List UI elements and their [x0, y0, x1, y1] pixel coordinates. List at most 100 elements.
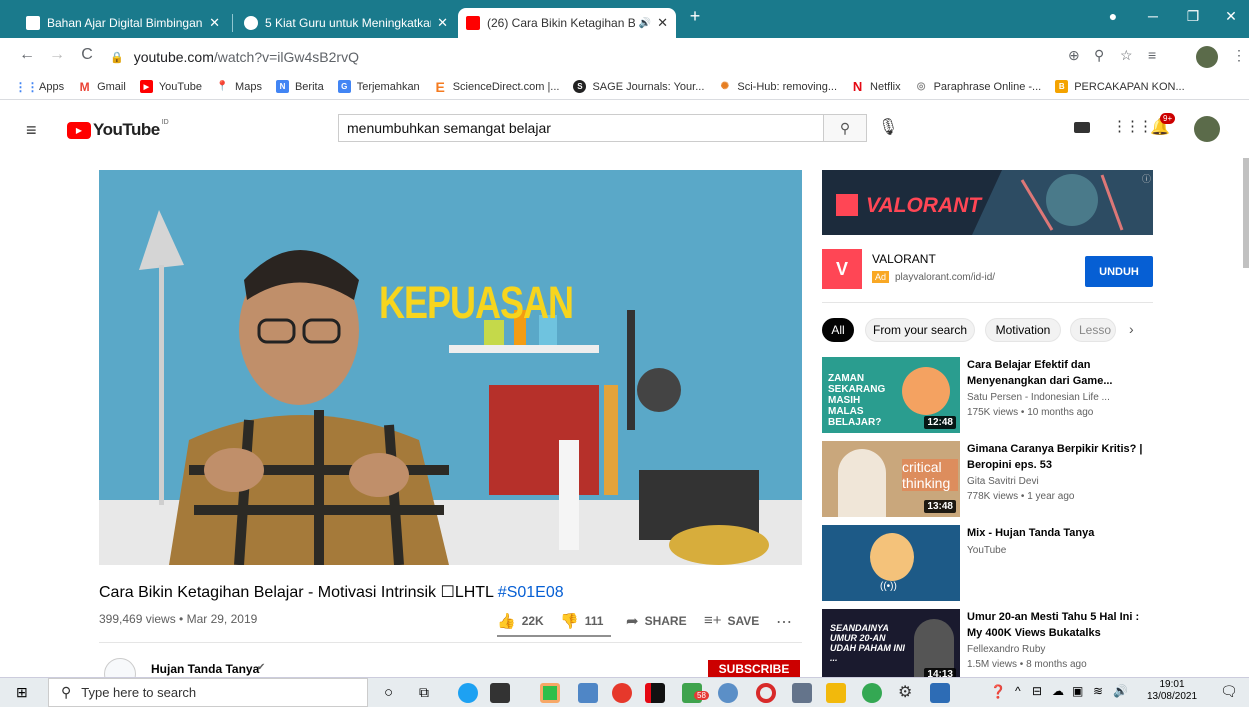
tray-onedrive-icon[interactable]: ☁ [1052, 684, 1064, 698]
ad-download-button[interactable]: UNDUH [1085, 256, 1153, 287]
taskbar-search-box[interactable]: ⚲ Type here to search [48, 678, 368, 707]
chip-from-your-search[interactable]: From your search [865, 318, 975, 342]
recommendation-item[interactable]: critical thinking 13:48 Gimana Caranya B… [822, 441, 1162, 517]
tab-title: 5 Kiat Guru untuk Meningkatkan [265, 16, 432, 30]
photos-icon[interactable] [578, 683, 598, 703]
bookmark-paraphrase[interactable]: ◎ Paraphrase Online -... [915, 80, 1042, 93]
subscribe-button[interactable]: SUBSCRIBE [708, 660, 800, 678]
camera-icon[interactable] [792, 683, 812, 703]
divider [822, 302, 1153, 303]
file-explorer-icon[interactable] [826, 683, 846, 703]
page-scrollbar[interactable] [1243, 158, 1249, 268]
bookmark-youtube[interactable]: ▶ YouTube [139, 80, 202, 93]
new-tab-icon[interactable]: + [680, 6, 710, 27]
youtube-logo[interactable]: ▶ YouTube ID [67, 119, 169, 140]
address-bar[interactable]: 🔒 youtube.com/watch?v=ilGw4sB2rvQ [110, 44, 1140, 70]
bookmark-percakapan[interactable]: B PERCAKAPAN KON... [1055, 80, 1185, 93]
ad-title[interactable]: VALORANT [872, 252, 936, 266]
ad-info-icon[interactable]: ⓘ [1142, 172, 1151, 185]
chrome-icon[interactable] [612, 683, 632, 703]
media-icon[interactable] [718, 683, 738, 703]
tray-help-icon[interactable]: ❓ [990, 684, 1006, 700]
search-input[interactable]: menumbuhkan semangat belajar [338, 114, 824, 142]
bookmark-scihub[interactable]: ✺ Sci-Hub: removing... [718, 80, 837, 93]
edge-icon[interactable] [458, 683, 478, 703]
profile-dropdown-icon[interactable]: ● [1098, 8, 1128, 24]
app-badge: 58 [694, 691, 709, 700]
share-button[interactable]: ➦ SHARE [626, 612, 687, 630]
hamburger-menu-icon[interactable]: ≡ [26, 120, 37, 141]
apps-grid-icon[interactable]: ⋮⋮⋮ [1112, 117, 1153, 135]
store-icon[interactable] [490, 683, 510, 703]
chip-lessons[interactable]: Lesso [1070, 318, 1116, 342]
minimize-icon[interactable]: ─ [1138, 8, 1168, 24]
bookmark-gmail[interactable]: M Gmail [78, 80, 126, 94]
like-button[interactable]: 👍 22K [497, 612, 544, 630]
reload-icon[interactable]: C [76, 46, 98, 64]
tab-youtube-active[interactable]: (26) Cara Bikin Ketagihan Be 🔊 ✕ [458, 8, 676, 38]
bookmark-sciencedirect[interactable]: E ScienceDirect.com |... [434, 79, 560, 95]
paraphrase-icon: ◎ [916, 81, 926, 92]
restore-icon[interactable]: ❐ [1178, 8, 1208, 25]
bookmark-maps[interactable]: 📍 Maps [216, 80, 262, 93]
task-view-icon[interactable]: ⧉ [419, 684, 429, 701]
more-actions-icon[interactable]: ⋯ [776, 612, 792, 632]
chips-next-icon[interactable]: › [1129, 321, 1134, 337]
tray-wifi-icon[interactable]: ≋ [1093, 684, 1103, 698]
bookmark-terjemahkan[interactable]: G Terjemahkan [337, 80, 420, 93]
create-video-icon[interactable] [1074, 122, 1090, 133]
voice-search-icon[interactable]: 🎙 [878, 117, 898, 137]
recommendation-item[interactable]: ZAMAN SEKARANG MASIH MALAS BELAJAR? 12:4… [822, 357, 1162, 433]
bookmark-berita[interactable]: N Berita [275, 80, 324, 93]
tab-bahan-ajar[interactable]: Bahan Ajar Digital Bimbingan da ✕ [18, 8, 228, 38]
bookmarks-bar: ⋮⋮ Apps M Gmail ▶ YouTube 📍 Maps N Berita G Te… [0, 74, 1249, 100]
chip-motivation[interactable]: Motivation [985, 318, 1061, 342]
recommendation-channel: Gita Savitri Devi [967, 476, 1039, 487]
notification-center-icon[interactable]: 🗨 [1220, 683, 1238, 700]
tray-battery-icon[interactable]: ⊟ [1032, 684, 1042, 698]
cortana-icon[interactable]: ○ [384, 684, 393, 701]
lock-icon: 🔒 [110, 51, 124, 64]
recommendation-item[interactable]: SEANDAINYA UMUR 20-AN UDAH PAHAM INI ...… [822, 609, 1162, 685]
forward-icon[interactable]: → [46, 46, 68, 64]
recommendation-meta: 778K views • 1 year ago [967, 491, 1075, 502]
save-button[interactable]: ≡+ SAVE [704, 612, 759, 629]
zoom-icon[interactable]: ⚲ [1094, 47, 1104, 64]
menu-icon[interactable]: ⋮ [1232, 47, 1246, 64]
bookmark-sage[interactable]: S SAGE Journals: Your... [573, 80, 704, 93]
install-icon[interactable]: ⊕ [1068, 47, 1080, 64]
channel-name[interactable]: Hujan Tanda Tanya [151, 662, 259, 676]
app-icon-blue[interactable] [930, 683, 950, 703]
bookmark-netflix[interactable]: N Netflix [851, 79, 901, 94]
recommendation-item[interactable]: ((•)) Mix - Hujan Tanda Tanya YouTube [822, 525, 1162, 601]
netflix-icon[interactable] [645, 683, 665, 703]
taskbar-clock[interactable]: 19:01 13/08/2021 [1143, 679, 1201, 703]
tray-network-icon[interactable]: ▣ [1072, 684, 1083, 698]
ad-banner[interactable]: VALORANT ⓘ [822, 170, 1153, 235]
tray-volume-icon[interactable]: 🔊 [1113, 684, 1128, 698]
profile-avatar[interactable] [1196, 46, 1218, 68]
back-icon[interactable]: ← [16, 46, 38, 64]
sage-icon: S [573, 80, 587, 93]
close-window-icon[interactable]: ✕ [1216, 8, 1246, 25]
windows-start-icon[interactable]: ⊞ [16, 684, 28, 701]
account-avatar[interactable] [1194, 116, 1220, 142]
hashtag-link[interactable]: #S01E08 [498, 584, 564, 601]
chip-all[interactable]: All [822, 318, 854, 342]
chrome-profile-icon[interactable] [862, 683, 882, 703]
reading-list-icon[interactable]: ≡ [1148, 47, 1156, 63]
close-tab-icon[interactable]: ✕ [437, 15, 448, 31]
bookmark-apps[interactable]: ⋮⋮ Apps [15, 80, 65, 94]
search-button[interactable]: ⚲ [823, 114, 867, 142]
close-tab-icon[interactable]: ✕ [657, 15, 668, 31]
spotify-icon[interactable] [540, 683, 560, 703]
bookmark-star-icon[interactable]: ☆ [1120, 47, 1133, 64]
tab-5-kiat-guru[interactable]: 5 Kiat Guru untuk Meningkatkan ✕ [236, 8, 456, 38]
close-tab-icon[interactable]: ✕ [209, 15, 220, 31]
speaker-icon[interactable]: 🔊 [639, 18, 651, 29]
dislike-button[interactable]: 👎 111 [560, 612, 603, 630]
settings-gear-icon[interactable]: ⚙ [898, 682, 912, 702]
tray-overflow-icon[interactable]: ^ [1015, 684, 1021, 698]
video-player[interactable]: KEPUASAN [99, 170, 802, 565]
opera-icon[interactable] [756, 683, 776, 703]
